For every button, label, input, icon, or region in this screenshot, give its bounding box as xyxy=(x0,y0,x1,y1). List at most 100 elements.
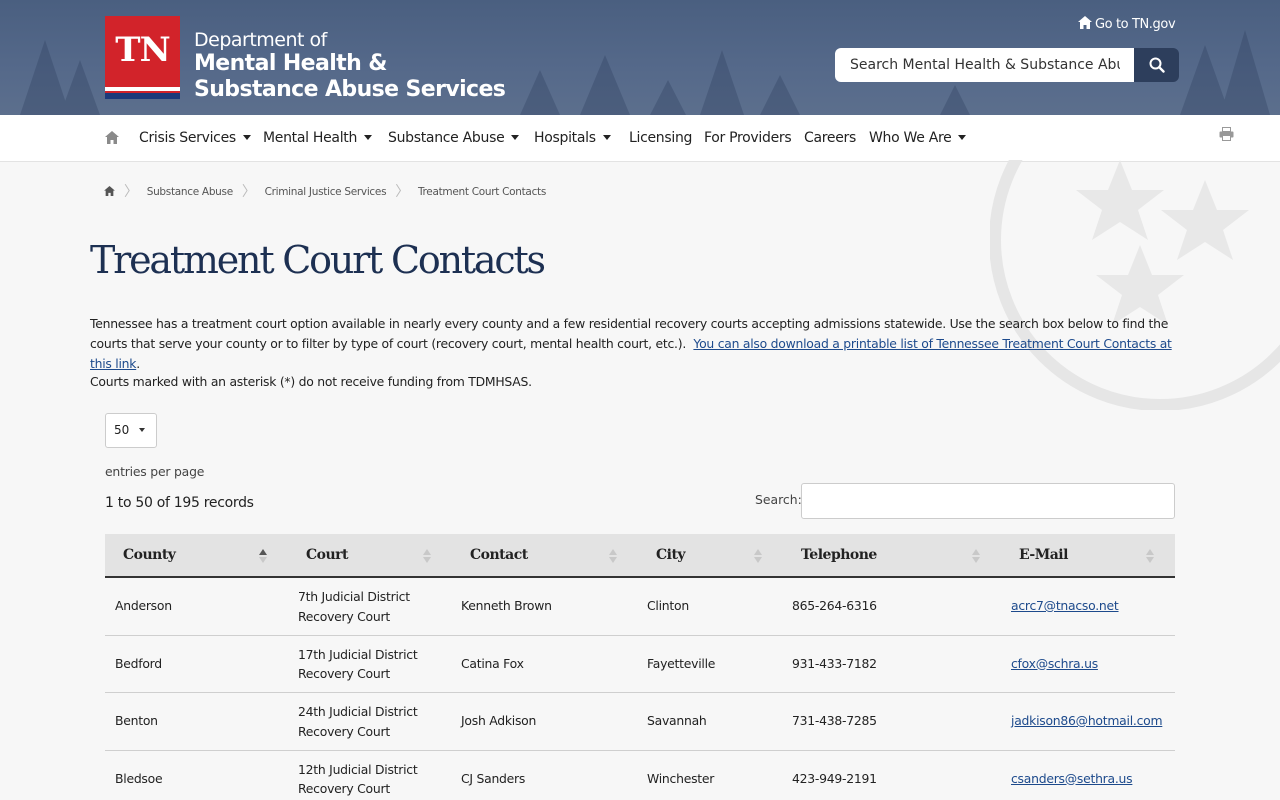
column-header-court[interactable]: Court xyxy=(306,547,349,563)
nav-label: Hospitals xyxy=(534,130,596,146)
nav-for-providers[interactable]: For Providers xyxy=(704,130,792,146)
nav-label: Substance Abuse xyxy=(388,130,505,146)
email-link[interactable]: jadkison86@hotmail.com xyxy=(1011,713,1163,728)
home-icon[interactable] xyxy=(105,131,119,144)
court-line: 7th Judicial District xyxy=(298,589,410,604)
table-row: Bledsoe 12th Judicial District Recovery C… xyxy=(105,751,1175,800)
column-header-county[interactable]: County xyxy=(123,547,176,563)
cell-telephone: 731-438-7285 xyxy=(792,713,877,728)
nav-label: Mental Health xyxy=(263,130,358,146)
court-line: Recovery Court xyxy=(298,781,390,796)
nav-careers[interactable]: Careers xyxy=(804,130,856,146)
nav-crisis-services[interactable]: Crisis Services xyxy=(139,130,251,146)
cell-contact: Josh Adkison xyxy=(461,713,537,728)
nav-label: Licensing xyxy=(629,130,693,146)
cell-city: Winchester xyxy=(647,770,715,786)
breadcrumb-current: Treatment Court Contacts xyxy=(417,186,547,198)
column-header-email[interactable]: E-Mail xyxy=(1019,547,1068,563)
cell-county: Benton xyxy=(115,713,158,728)
column-header-contact[interactable]: Contact xyxy=(470,547,528,563)
goto-tn-gov-link[interactable]: Go to TN.gov xyxy=(1078,16,1176,32)
cell-email: acrc7@tnacso.net xyxy=(1011,596,1119,616)
breadcrumb-separator: 〉 xyxy=(395,184,409,200)
email-link[interactable]: csanders@sethra.us xyxy=(1011,771,1133,786)
nav-hospitals[interactable]: Hospitals xyxy=(534,130,611,146)
chevron-down-icon xyxy=(958,135,967,140)
sort-icon[interactable] xyxy=(423,548,431,564)
cell-court: 12th Judicial District Recovery Court xyxy=(298,760,418,799)
breadcrumb: 〉 Substance Abuse 〉 Criminal Justice Servic… xyxy=(104,181,546,201)
logo-stripe xyxy=(105,87,180,91)
court-line: Recovery Court xyxy=(298,608,390,624)
email-link[interactable]: cfox@schra.us xyxy=(1011,656,1098,671)
page-title: Treatment Court Contacts xyxy=(90,238,546,282)
print-icon[interactable] xyxy=(1219,127,1234,141)
cell-court: 7th Judicial District Recovery Court xyxy=(298,587,410,626)
breadcrumb-separator: 〉 xyxy=(241,184,256,200)
goto-label: Go to TN.gov xyxy=(1095,17,1176,32)
breadcrumb-separator: 〉 xyxy=(124,184,138,200)
cell-contact: CJ Sanders xyxy=(461,770,526,786)
cell-city: Clinton xyxy=(647,598,689,613)
cell-telephone: 865-264-6316 xyxy=(792,598,877,613)
chevron-down-icon xyxy=(602,135,611,140)
sort-icon[interactable] xyxy=(609,548,617,564)
dept-name-line2[interactable]: Mental Health & xyxy=(194,51,387,76)
breadcrumb-substance-abuse[interactable]: Substance Abuse xyxy=(147,186,233,198)
page-length-value: 50 xyxy=(114,423,130,437)
sort-icon[interactable] xyxy=(754,548,762,564)
column-header-telephone[interactable]: Telephone xyxy=(801,547,877,563)
cell-email: csanders@sethra.us xyxy=(1011,769,1133,789)
cell-telephone: 423-949-2191 xyxy=(792,770,877,786)
table-row: Benton 24th Judicial District Recovery Co… xyxy=(105,693,1175,751)
dept-name-line1[interactable]: Department of xyxy=(194,29,327,51)
home-icon[interactable] xyxy=(104,186,115,196)
nav-licensing[interactable]: Licensing xyxy=(629,130,692,146)
search-icon xyxy=(1149,57,1165,73)
email-link[interactable]: acrc7@tnacso.net xyxy=(1011,598,1119,613)
court-line: 24th Judicial District xyxy=(298,704,418,719)
asterisk-note: Courts marked with an asterisk (*) do no… xyxy=(90,374,532,389)
cell-contact: Catina Fox xyxy=(461,655,524,671)
cell-court: 24th Judicial District Recovery Court xyxy=(298,702,418,741)
court-line: Recovery Court xyxy=(298,666,390,681)
sort-icon[interactable] xyxy=(1146,548,1154,564)
site-header: TN Department of Mental Health & Substan… xyxy=(0,0,1280,115)
table-search-input[interactable] xyxy=(801,483,1175,519)
breadcrumb-criminal-justice[interactable]: Criminal Justice Services xyxy=(265,186,387,198)
cell-county: Anderson xyxy=(115,598,172,613)
court-line: Recovery Court xyxy=(298,723,390,739)
cell-city: Fayetteville xyxy=(647,655,716,671)
site-search-input[interactable] xyxy=(835,48,1135,82)
nav-who-we-are[interactable]: Who We Are xyxy=(869,130,967,146)
chevron-down-icon xyxy=(242,135,251,140)
page-length-select[interactable]: 50 xyxy=(105,413,157,448)
cell-city: Savannah xyxy=(647,713,707,728)
cell-court: 17th Judicial District Recovery Court xyxy=(298,645,418,684)
cell-county: Bedford xyxy=(115,655,162,671)
site-search-button[interactable] xyxy=(1134,48,1179,82)
sort-icon[interactable] xyxy=(972,548,980,564)
main-nav: Crisis Services Mental Health Substance … xyxy=(0,115,1280,162)
intro-period: . xyxy=(136,356,140,371)
sort-ascending-icon[interactable] xyxy=(259,548,267,564)
table-row: Bedford 17th Judicial District Recovery C… xyxy=(105,636,1175,693)
table-row: Anderson 7th Judicial District Recovery C… xyxy=(105,578,1175,636)
chevron-down-icon xyxy=(364,135,373,140)
column-header-city[interactable]: City xyxy=(656,547,686,563)
nav-label: For Providers xyxy=(704,130,792,146)
tn-logo[interactable]: TN xyxy=(105,16,180,99)
dept-name-line3[interactable]: Substance Abuse Services xyxy=(194,77,506,102)
court-contacts-table: County Court Contact City Telephone E-Ma… xyxy=(105,534,1175,800)
logo-text: TN xyxy=(115,30,170,70)
nav-substance-abuse[interactable]: Substance Abuse xyxy=(388,130,520,146)
nav-mental-health[interactable]: Mental Health xyxy=(263,130,373,146)
nav-label: Who We Are xyxy=(869,130,952,146)
cell-telephone: 931-433-7182 xyxy=(792,655,877,671)
cell-contact: Kenneth Brown xyxy=(461,598,552,613)
home-icon xyxy=(1078,16,1092,29)
nav-label: Careers xyxy=(804,130,856,146)
entries-per-page-label: entries per page xyxy=(105,464,205,479)
records-info: 1 to 50 of 195 records xyxy=(105,495,254,511)
court-line: 12th Judicial District xyxy=(298,761,418,777)
